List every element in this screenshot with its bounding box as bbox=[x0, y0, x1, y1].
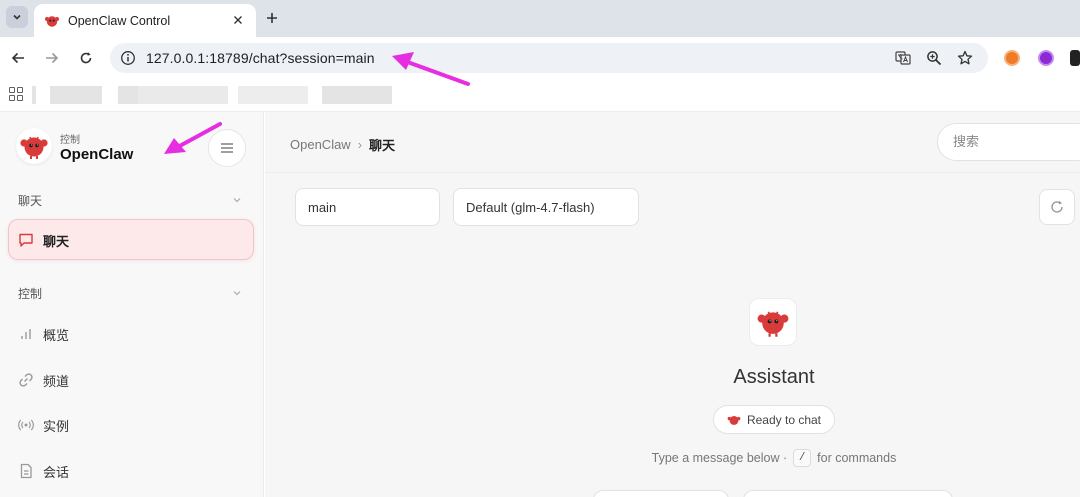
nav-group-chat-label[interactable]: 聊天 bbox=[18, 192, 42, 209]
document-icon bbox=[18, 463, 34, 479]
tab-close-button[interactable] bbox=[230, 12, 246, 28]
search-box[interactable] bbox=[937, 123, 1080, 161]
broadcast-icon bbox=[18, 417, 34, 433]
bookmark-star-button[interactable] bbox=[956, 49, 974, 67]
tab-search-button[interactable] bbox=[6, 6, 28, 28]
brand-subtitle: 控制 bbox=[60, 135, 80, 146]
suggestion-chip[interactable] bbox=[593, 490, 729, 497]
forward-button[interactable] bbox=[42, 48, 62, 68]
sidebar-item-label: 会话 bbox=[43, 464, 70, 480]
translate-icon bbox=[895, 51, 911, 65]
status-badge: Ready to chat bbox=[713, 405, 835, 434]
openclaw-logo-icon bbox=[757, 311, 789, 337]
openclaw-app: 控制 OpenClaw 聊天 聊天 控制 概览 频道 实例 会话 OpenCla… bbox=[0, 112, 1080, 497]
back-button[interactable] bbox=[8, 48, 28, 68]
hamburger-menu-icon bbox=[221, 143, 233, 153]
assistant-avatar bbox=[749, 298, 797, 346]
breadcrumb-separator: › bbox=[357, 137, 363, 152]
sidebar-item-label: 聊天 bbox=[43, 233, 70, 249]
apps-grid-icon[interactable] bbox=[9, 87, 23, 101]
extension-purple-icon[interactable] bbox=[1038, 50, 1054, 66]
address-bar[interactable]: 127.0.0.1:18789/chat?session=main bbox=[110, 43, 988, 73]
refresh-button[interactable] bbox=[1039, 189, 1075, 225]
sidebar-item-label: 实例 bbox=[43, 418, 70, 434]
command-key-hint: / bbox=[793, 449, 812, 467]
brand-logo bbox=[16, 128, 52, 164]
openclaw-logo-icon bbox=[20, 136, 48, 159]
session-select[interactable]: main bbox=[295, 188, 440, 226]
redacted-bookmark bbox=[118, 86, 138, 104]
translate-button[interactable] bbox=[894, 49, 912, 67]
redacted-bookmark bbox=[50, 86, 102, 104]
sidebar-item-sessions[interactable]: 会话 bbox=[18, 461, 69, 481]
assistant-name: Assistant bbox=[733, 366, 815, 388]
breadcrumb-root[interactable]: OpenClaw bbox=[290, 137, 351, 152]
header-divider bbox=[265, 172, 1080, 173]
search-input[interactable] bbox=[953, 134, 1073, 149]
chevron-down-icon[interactable] bbox=[232, 288, 242, 298]
input-hint: Type a message below · / for commands bbox=[565, 449, 983, 467]
redacted-bookmark bbox=[32, 86, 36, 104]
extension-dark-icon[interactable] bbox=[1070, 50, 1080, 66]
hint-text-after: for commands bbox=[817, 451, 897, 465]
sidebar: 控制 OpenClaw 聊天 聊天 控制 概览 频道 实例 会话 bbox=[0, 112, 264, 497]
arrow-left-icon bbox=[11, 52, 24, 64]
browser-tab-active[interactable]: OpenClaw Control bbox=[34, 4, 256, 37]
browser-tab-strip: OpenClaw Control bbox=[0, 0, 1080, 37]
tab-title: OpenClaw Control bbox=[68, 13, 171, 28]
sidebar-item-label: 频道 bbox=[43, 373, 70, 389]
redacted-bookmark bbox=[238, 86, 308, 104]
brand-name: OpenClaw bbox=[60, 146, 134, 163]
zoom-icon bbox=[927, 51, 942, 66]
sidebar-item-channels[interactable]: 频道 bbox=[18, 370, 69, 390]
extension-orange-icon[interactable] bbox=[1004, 50, 1020, 66]
reload-icon bbox=[80, 52, 92, 64]
address-bar-url[interactable]: 127.0.0.1:18789/chat?session=main bbox=[146, 50, 375, 66]
reload-button[interactable] bbox=[76, 48, 96, 68]
link-icon bbox=[18, 372, 34, 388]
arrow-right-icon bbox=[46, 52, 59, 64]
plus-icon bbox=[267, 13, 277, 23]
zoom-button[interactable] bbox=[925, 49, 943, 67]
sidebar-item-chat-content[interactable]: 聊天 bbox=[18, 230, 69, 250]
sidebar-toggle-button[interactable] bbox=[208, 129, 246, 167]
redacted-bookmark bbox=[138, 86, 228, 104]
browser-toolbar: 127.0.0.1:18789/chat?session=main bbox=[0, 37, 1080, 79]
sidebar-item-instances[interactable]: 实例 bbox=[18, 415, 69, 435]
close-icon bbox=[234, 16, 242, 24]
breadcrumb-current: 聊天 bbox=[369, 138, 396, 153]
chevron-down-icon[interactable] bbox=[232, 195, 242, 205]
bookmarks-bar bbox=[0, 79, 1080, 112]
star-icon bbox=[957, 50, 973, 65]
model-select[interactable]: Default (glm-4.7-flash) bbox=[453, 188, 639, 226]
sidebar-item-label: 概览 bbox=[43, 327, 70, 343]
chevron-down-icon bbox=[13, 14, 21, 20]
hint-text-before: Type a message below · bbox=[651, 451, 788, 465]
status-text: Ready to chat bbox=[746, 412, 822, 427]
sidebar-item-overview[interactable]: 概览 bbox=[18, 324, 69, 344]
chat-bubble-icon bbox=[18, 232, 34, 248]
suggestion-chip[interactable] bbox=[743, 490, 953, 497]
nav-group-control-label[interactable]: 控制 bbox=[18, 285, 42, 302]
main-content: OpenClaw › 聊天 main Default (glm-4.7-flas… bbox=[265, 112, 1080, 497]
breadcrumb: OpenClaw › 聊天 bbox=[290, 135, 395, 154]
bar-chart-icon bbox=[18, 326, 34, 342]
redacted-bookmark bbox=[322, 86, 392, 104]
info-icon[interactable] bbox=[120, 50, 136, 66]
openclaw-favicon-icon bbox=[45, 15, 59, 27]
openclaw-mini-icon bbox=[727, 413, 741, 427]
new-tab-button[interactable] bbox=[262, 8, 282, 28]
refresh-icon bbox=[1051, 200, 1063, 213]
